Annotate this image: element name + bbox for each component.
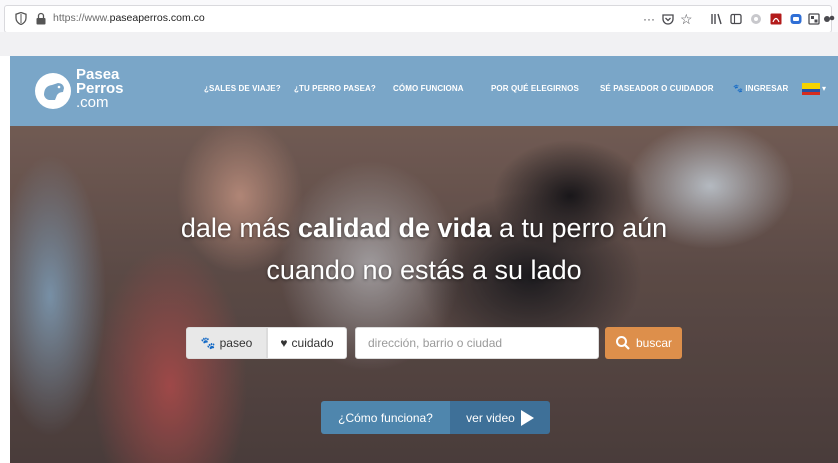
logo-line-com: .com — [76, 94, 109, 111]
nav-ingresar[interactable]: 🐾 INGRESAR — [733, 84, 788, 93]
ver-video-button[interactable]: ver video — [450, 401, 550, 434]
logo-dog-icon[interactable] — [35, 73, 71, 109]
hero-title-line1: dale más calidad de vida a tu perro aún — [10, 211, 838, 245]
library-icon[interactable] — [710, 11, 724, 27]
extension-blue-icon[interactable] — [789, 11, 803, 27]
buscar-button[interactable]: buscar — [605, 327, 682, 359]
shield-icon[interactable] — [15, 12, 27, 25]
paw-icon: 🐾 — [200, 336, 216, 350]
address-bar[interactable]: https://www.paseaperros.com.co ··· ☆ — [4, 5, 835, 33]
pdf-icon[interactable] — [769, 11, 783, 27]
heart-icon: ♥ — [280, 336, 288, 350]
tab-cuidado[interactable]: ♥ cuidado — [267, 327, 347, 359]
bookmark-star-icon[interactable]: ☆ — [680, 11, 693, 27]
how-it-works-bar: ¿Cómo funciona? ver video — [321, 401, 550, 434]
nav-se-paseador[interactable]: SÉ PASEADOR O CUIDADOR — [600, 84, 714, 93]
screenshot-icon[interactable] — [807, 11, 821, 27]
como-funciona-button[interactable]: ¿Cómo funciona? — [321, 401, 450, 434]
tab-paseo[interactable]: 🐾 paseo — [186, 327, 267, 359]
nav-sales-de-viaje[interactable]: ¿SALES DE VIAJE? — [204, 84, 281, 93]
logo-wordmark[interactable]: Pasea Perros .com — [76, 67, 124, 111]
nav-tu-perro-pasea[interactable]: ¿TU PERRO PASEA? — [294, 84, 376, 93]
hero-text-c: a tu perro aún — [491, 213, 668, 243]
more-actions-icon[interactable]: ··· — [643, 11, 655, 27]
nav-por-que-elegirnos[interactable]: POR QUÉ ELEGIRNOS — [491, 84, 579, 93]
url-domain: paseaperros.com.co — [109, 12, 205, 24]
url-prefix: https://www. — [53, 12, 110, 24]
search-icon — [615, 336, 630, 350]
tab-cuidado-label: cuidado — [291, 336, 334, 350]
nav-ingresar-label: INGRESAR — [745, 84, 789, 93]
paw-icon: 🐾 — [733, 84, 744, 93]
buscar-label: buscar — [635, 336, 673, 350]
pocket-icon[interactable] — [661, 11, 675, 27]
hero-text-a: dale más — [180, 213, 298, 243]
play-icon — [520, 409, 534, 426]
page-top-gap — [0, 32, 838, 56]
extension-dog-icon[interactable] — [823, 11, 835, 27]
hero-text-bold: calidad de vida — [297, 213, 492, 243]
url-text[interactable]: https://www.paseaperros.com.co — [53, 12, 205, 24]
ver-video-label: ver video — [466, 410, 515, 425]
reader-view-icon[interactable] — [729, 11, 743, 27]
nav-como-funciona[interactable]: CÓMO FUNCIONA — [393, 84, 464, 93]
tab-paseo-label: paseo — [219, 336, 253, 350]
hero-banner: dale más calidad de vida a tu perro aún … — [10, 126, 838, 463]
colombia-flag-icon[interactable] — [802, 83, 820, 95]
address-search-input[interactable]: dirección, barrio o ciudad — [355, 327, 599, 359]
hero-title-line2: cuando no estás a su lado — [266, 255, 582, 285]
extension-icon[interactable] — [749, 11, 763, 27]
site-header: Pasea Perros .com ¿SALES DE VIAJE? ¿TU P… — [10, 56, 838, 126]
lock-icon[interactable] — [35, 12, 47, 25]
chevron-down-icon[interactable]: ▾ — [822, 84, 826, 93]
